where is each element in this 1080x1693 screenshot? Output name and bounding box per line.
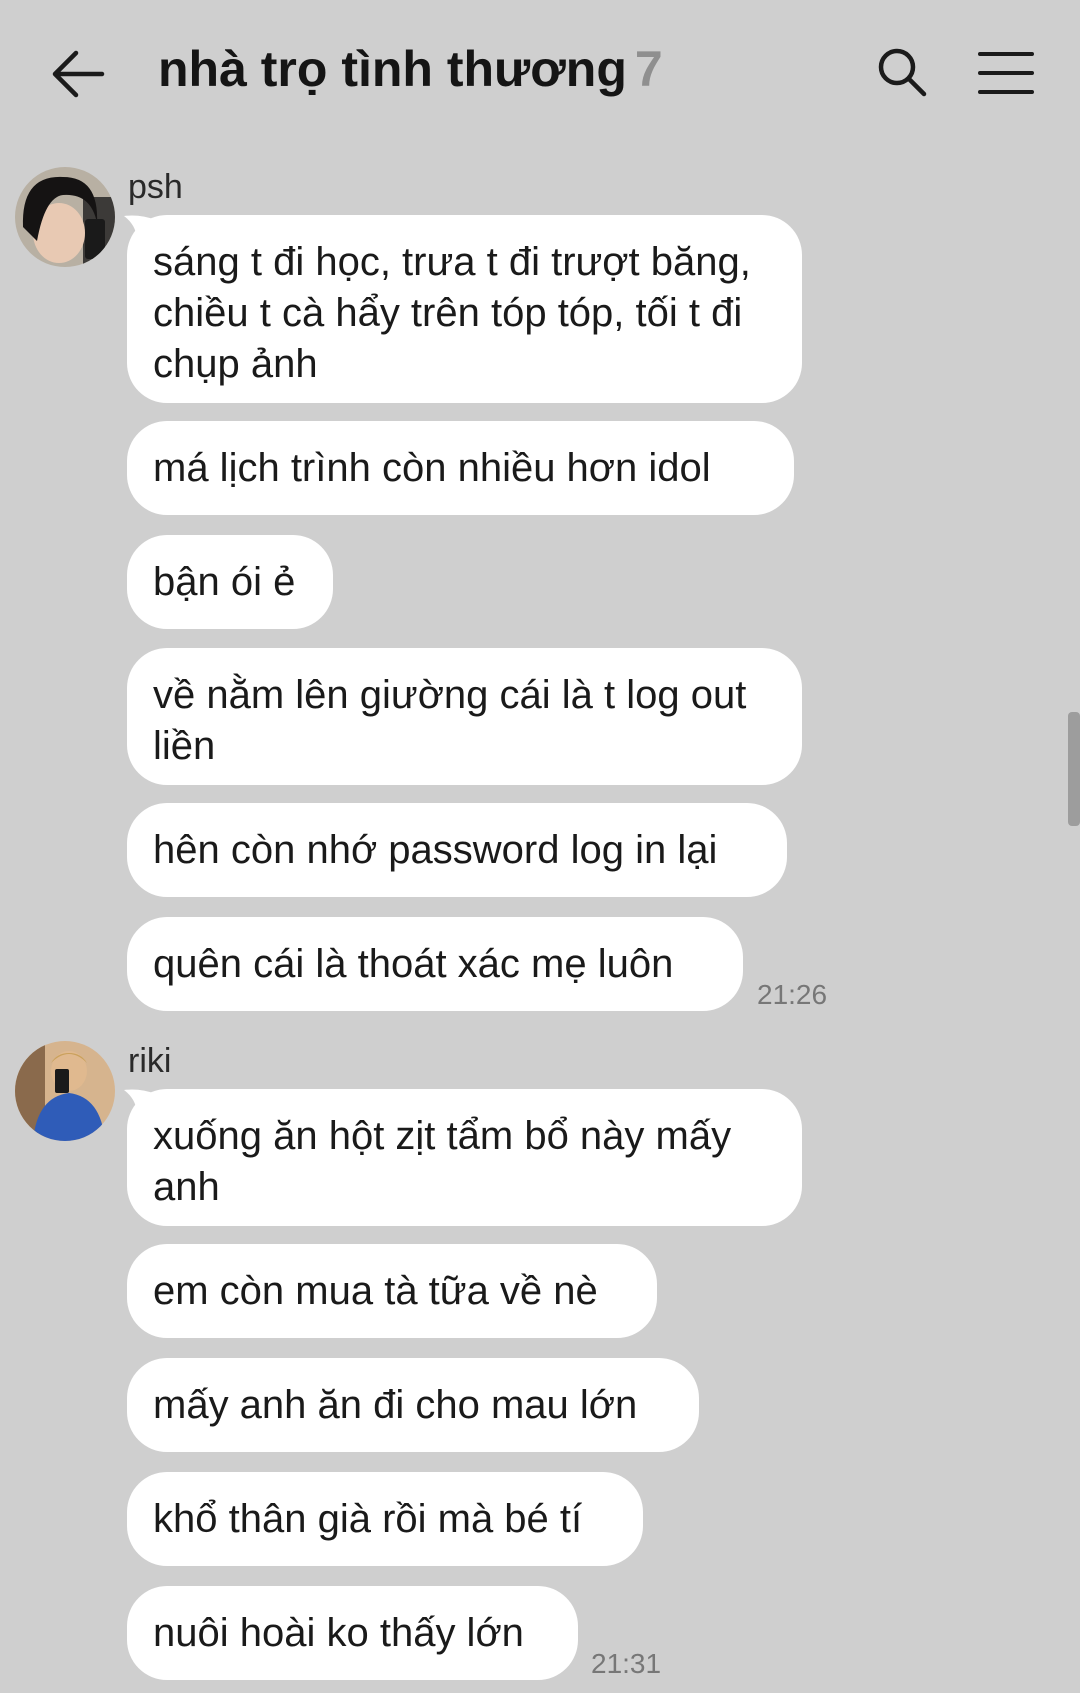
- message-bubble[interactable]: hên còn nhớ password log in lại: [127, 803, 787, 897]
- chat-title: nhà trọ tình thương 7: [158, 40, 663, 98]
- message-time: 21:26: [757, 979, 828, 1010]
- message-bubble[interactable]: mấy anh ăn đi cho mau lớn: [127, 1358, 699, 1452]
- sender-name: riki: [128, 1042, 172, 1080]
- message-bubble[interactable]: nuôi hoài ko thấy lớn: [127, 1586, 578, 1680]
- message-bubble[interactable]: xuống ăn hột zịt tẩm bổ này mấy anh: [127, 1089, 802, 1226]
- scrollbar[interactable]: [1068, 712, 1080, 826]
- avatar[interactable]: [15, 167, 115, 267]
- message-bubble[interactable]: quên cái là thoát xác mẹ luôn: [127, 917, 743, 1011]
- message-bubble[interactable]: má lịch trình còn nhiều hơn idol: [127, 421, 794, 515]
- avatar[interactable]: [15, 1041, 115, 1141]
- arrow-left-icon[interactable]: [50, 48, 106, 100]
- message-bubble[interactable]: sáng t đi học, trưa t đi trượt băng, chi…: [127, 215, 802, 403]
- search-icon[interactable]: [876, 46, 928, 98]
- chat-header: nhà trọ tình thương 7: [0, 0, 1080, 150]
- message-time: 21:31: [591, 1648, 662, 1679]
- message-bubble[interactable]: em còn mua tà tữa về nè: [127, 1244, 657, 1338]
- menu-icon[interactable]: [978, 50, 1034, 96]
- sender-name: psh: [128, 168, 183, 206]
- message-bubble[interactable]: về nằm lên giường cái là t log out liền: [127, 648, 802, 785]
- message-bubble[interactable]: khổ thân già rồi mà bé tí: [127, 1472, 643, 1566]
- member-count: 7: [634, 41, 663, 97]
- message-bubble[interactable]: bận ói ẻ: [127, 535, 333, 629]
- group-name: nhà trọ tình thương: [158, 41, 627, 97]
